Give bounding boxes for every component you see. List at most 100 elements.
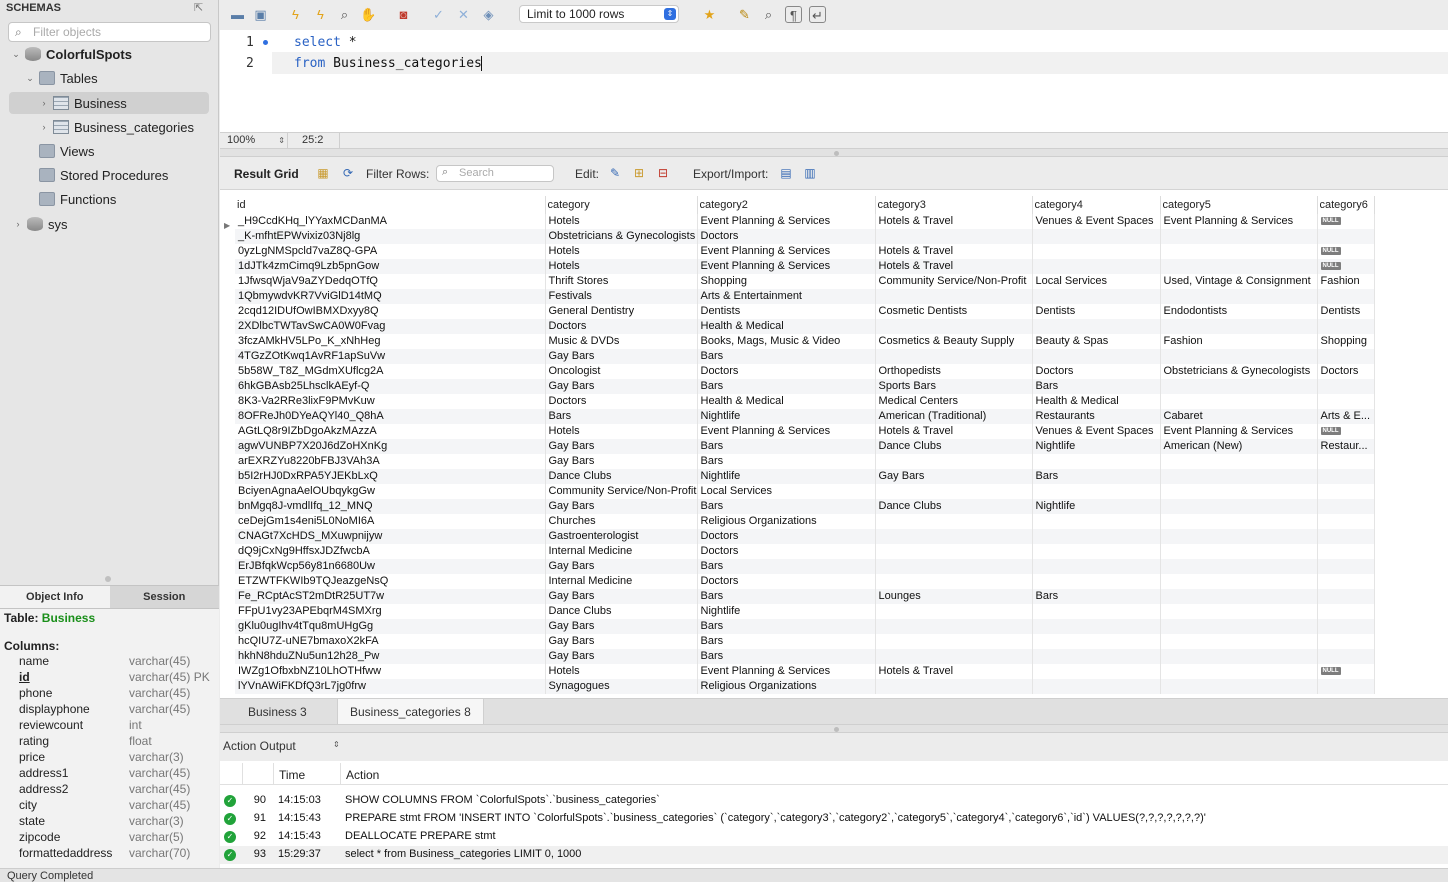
grid-cell[interactable]: 3fczAMkHV5LPo_K_xNhHeg (235, 334, 546, 349)
grid-cell[interactable]: Doctors (545, 394, 698, 409)
grid-cell[interactable]: Cosmetic Dentists (875, 304, 1033, 319)
grid-cell[interactable]: Doctors (697, 364, 876, 379)
zoom-select[interactable]: 100% ⇕ (220, 133, 288, 149)
grid-cell[interactable]: Bars (697, 589, 876, 604)
grid-cell[interactable] (1317, 484, 1375, 499)
grid-cell[interactable] (1317, 379, 1375, 394)
table-row[interactable]: b5I2rHJ0DxRPA5YJEKbLxQ Dance Clubs Nightli… (235, 469, 1375, 484)
grid-cell[interactable]: 5b58W_T8Z_MGdmXUflcg2A (235, 364, 546, 379)
table-row[interactable]: 0yzLgNMSpcld7vaZ8Q-GPA Hotels Event Planni… (235, 244, 1375, 259)
autocommit-icon[interactable]: ◈ (480, 6, 497, 23)
grid-cell[interactable]: Fashion (1317, 274, 1375, 289)
grid-cell[interactable]: Dentists (1317, 304, 1375, 319)
grid-cell[interactable] (1160, 379, 1318, 394)
grid-cell[interactable] (1160, 289, 1318, 304)
grid-cell[interactable]: Religious Organizations (697, 679, 876, 694)
grid-cell[interactable]: Doctors (697, 544, 876, 559)
grid-cell[interactable] (1317, 574, 1375, 589)
grid-cell[interactable]: Gay Bars (545, 649, 698, 664)
grid-cell[interactable]: _H9CcdKHq_lYYaxMCDanMA (235, 214, 546, 229)
grid-cell[interactable]: Venues & Event Spaces (1032, 214, 1161, 229)
delete-row-icon[interactable]: ⊟ (655, 166, 671, 181)
chevron-down-icon[interactable]: ⌄ (24, 73, 36, 84)
grid-cell[interactable]: Event Planning & Services (697, 424, 876, 439)
grid-cell[interactable]: Hotels (545, 244, 698, 259)
grid-cell[interactable]: Gay Bars (545, 619, 698, 634)
grid-cell[interactable] (1160, 544, 1318, 559)
tree-procedures-folder[interactable]: Stored Procedures (0, 164, 219, 186)
grid-cell[interactable] (875, 514, 1033, 529)
grid-cell[interactable]: Community Service/Non-Profit (875, 274, 1033, 289)
grid-cell[interactable] (1160, 349, 1318, 364)
execute-current-icon[interactable]: ϟ (312, 6, 329, 23)
grid-cell[interactable] (1032, 634, 1161, 649)
grid-cell[interactable]: BciyenAgnaAelOUbqykgGw (235, 484, 546, 499)
grid-cell[interactable]: 0yzLgNMSpcld7vaZ8Q-GPA (235, 244, 546, 259)
import-icon[interactable]: ▥ (802, 166, 818, 181)
tree-schema-sys[interactable]: › sys (0, 213, 219, 235)
grid-cell[interactable]: Event Planning & Services (697, 214, 876, 229)
table-row[interactable]: 8K3-Va2RRe3lixF9PMvKuw Doctors Health & Me… (235, 394, 1375, 409)
grid-cell[interactable] (1160, 394, 1318, 409)
grid-cell[interactable] (1032, 244, 1161, 259)
grid-cell[interactable]: Venues & Event Spaces (1032, 424, 1161, 439)
grid-cell[interactable]: Event Planning & Services (697, 259, 876, 274)
grid-cell[interactable] (1317, 349, 1375, 364)
grid-cell[interactable] (1032, 484, 1161, 499)
grid-cell[interactable]: Doctors (697, 529, 876, 544)
grid-cell[interactable]: lYVnAWiFKDfQ3rL7jg0frw (235, 679, 546, 694)
table-row[interactable]: IWZg1OfbxbNZ10LhOTHfww Hotels Event Planni… (235, 664, 1375, 679)
grid-cell[interactable]: Arts & Entertainment (697, 289, 876, 304)
grid-cell[interactable] (1160, 604, 1318, 619)
grid-cell[interactable]: Thrift Stores (545, 274, 698, 289)
grid-cell[interactable]: NULL (1317, 244, 1375, 259)
grid-cell[interactable]: Orthopedists (875, 364, 1033, 379)
table-row[interactable]: ETZWTFKWIb9TQJeazgeNsQ Internal Medicine D… (235, 574, 1375, 589)
grid-cell[interactable]: b5I2rHJ0DxRPA5YJEKbLxQ (235, 469, 546, 484)
table-row[interactable]: FFpU1vy23APEbqrM4SMXrg Dance Clubs Nightli… (235, 604, 1375, 619)
grid-cell[interactable]: 4TGzZOtKwq1AvRF1apSuVw (235, 349, 546, 364)
table-row[interactable]: 2XDlbcTWTavSwCA0W0Fvag Doctors Health & Me… (235, 319, 1375, 334)
table-row[interactable]: 1JfwsqWjaV9aZYDedqOTfQ Thrift Stores Shopp… (235, 274, 1375, 289)
grid-cell[interactable]: 1QbmywdvKR7VviGlD14tMQ (235, 289, 546, 304)
grid-cell[interactable]: Doctors (697, 574, 876, 589)
grid-cell[interactable] (1160, 514, 1318, 529)
grid-cell[interactable]: Cabaret (1160, 409, 1318, 424)
table-row[interactable]: bnMgq8J-vmdlIfq_12_MNQ Gay Bars Bars Dance … (235, 499, 1375, 514)
grid-cell[interactable] (1160, 484, 1318, 499)
grid-cell[interactable]: Local Services (1032, 274, 1161, 289)
tree-schema-colorfulspots[interactable]: ⌄ ColorfulSpots (0, 43, 219, 65)
grid-cell[interactable] (1032, 574, 1161, 589)
grid-cell[interactable]: 2XDlbcTWTavSwCA0W0Fvag (235, 319, 546, 334)
grid-cell[interactable] (1317, 529, 1375, 544)
insert-row-icon[interactable]: ⊞ (631, 166, 647, 181)
grid-cell[interactable] (1032, 619, 1161, 634)
grid-cell[interactable]: Cosmetics & Beauty Supply (875, 334, 1033, 349)
grid-cell[interactable]: agwVUNBP7X20J6dZoHXnKg (235, 439, 546, 454)
output-type-select[interactable]: Action Output ⇕ (223, 739, 343, 753)
grid-cell[interactable]: Bars (697, 649, 876, 664)
grid-cell[interactable]: 6hkGBAsb25LhsclkAEyf-Q (235, 379, 546, 394)
table-row[interactable]: AGtLQ8r9IZbDgoAkzMAzzA Hotels Event Planni… (235, 424, 1375, 439)
grid-cell[interactable]: Bars (1032, 379, 1161, 394)
rollback-icon[interactable]: ✕ (455, 6, 472, 23)
grid-cell[interactable]: NULL (1317, 664, 1375, 679)
grid-cell[interactable]: Event Planning & Services (697, 664, 876, 679)
stop-icon[interactable]: ✋ (360, 6, 377, 23)
column-header-category5[interactable]: category5 (1160, 196, 1318, 214)
grid-cell[interactable]: Religious Organizations (697, 514, 876, 529)
code-line-2[interactable]: from Business_categories (294, 56, 482, 71)
grid-cell[interactable]: ErJBfqkWcp56y81n6680Uw (235, 559, 546, 574)
grid-cell[interactable]: American (Traditional) (875, 409, 1033, 424)
grid-cell[interactable]: ceDejGm1s4eni5L0NoMI6A (235, 514, 546, 529)
grid-cell[interactable] (1032, 559, 1161, 574)
grid-cell[interactable]: Doctors (1032, 364, 1161, 379)
grid-cell[interactable] (875, 349, 1033, 364)
grid-cell[interactable] (1160, 469, 1318, 484)
table-row[interactable]: 1QbmywdvKR7VviGlD14tMQ Festivals Arts & En… (235, 289, 1375, 304)
grid-cell[interactable]: Gay Bars (545, 559, 698, 574)
tab-session[interactable]: Session (109, 586, 219, 608)
grid-cell[interactable]: Music & DVDs (545, 334, 698, 349)
sql-editor[interactable]: 1 2 select * from Business_categories (220, 30, 1448, 132)
grid-cell[interactable] (1317, 544, 1375, 559)
